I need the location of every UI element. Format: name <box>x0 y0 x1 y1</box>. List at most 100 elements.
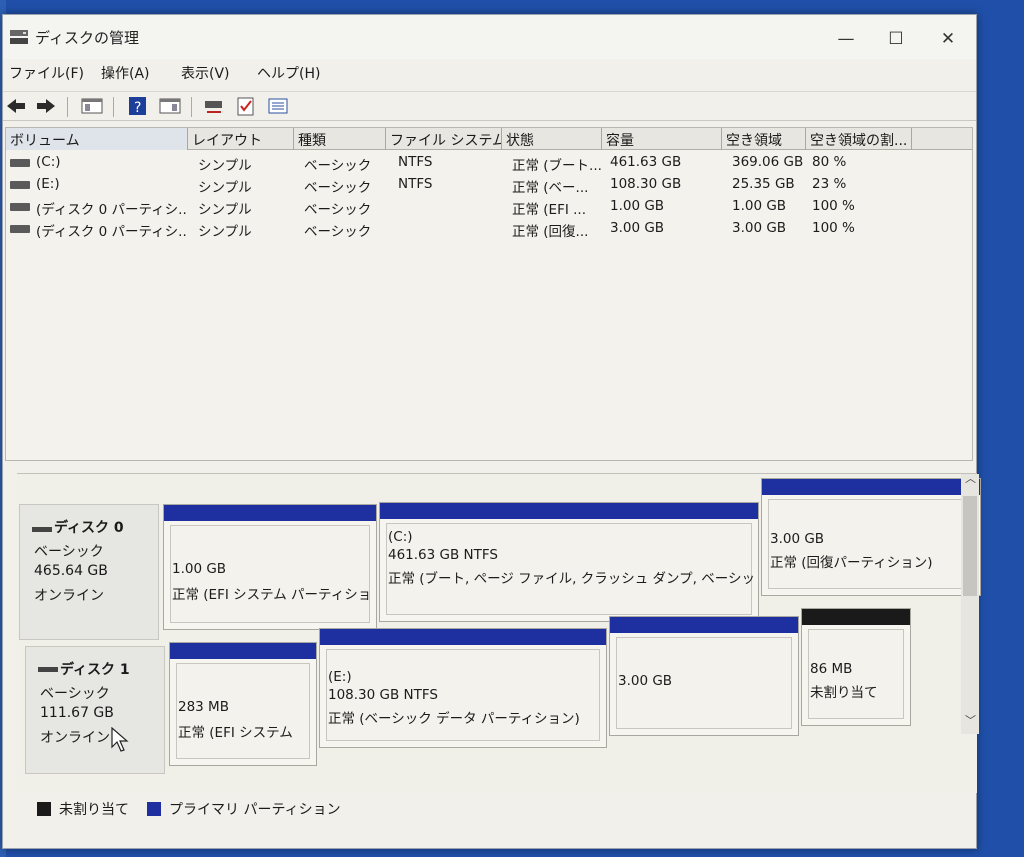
volume-icon <box>10 225 30 233</box>
cell-status: 正常 (EFI ... <box>512 202 586 218</box>
column-header-capacity[interactable]: 容量 <box>602 128 722 150</box>
cell-capacity: 461.63 GB <box>610 154 682 170</box>
toolbar-separator <box>191 97 192 117</box>
cell-layout: シンプル <box>198 180 252 196</box>
back-arrow-icon[interactable] <box>5 96 27 116</box>
partition-size: 283 MB <box>178 699 229 715</box>
menu-bar: ファイル(F) 操作(A) 表示(V) ヘルプ(H) <box>3 59 976 87</box>
cell-status: 正常 (ベー... <box>512 180 589 196</box>
scroll-up-icon[interactable]: ︿ <box>965 470 976 486</box>
console-tree-icon[interactable] <box>81 96 103 116</box>
partition-disk1-3gb[interactable]: 3.00 GB <box>609 616 799 736</box>
unallocated-bar <box>802 609 910 625</box>
partition-disk1-efi[interactable]: 283 MB 正常 (EFI システム <box>169 642 317 766</box>
cell-type: ベーシック <box>304 158 372 174</box>
column-header-filesystem[interactable]: ファイル システム <box>386 128 502 150</box>
table-row[interactable]: (C:) シンプル ベーシック NTFS 正常 (ブート... 461.63 G… <box>6 152 972 174</box>
cell-type: ベーシック <box>304 202 372 218</box>
vertical-scrollbar[interactable]: ︿ ﹀ <box>961 472 979 734</box>
partition-size: 461.63 GB NTFS <box>388 547 498 563</box>
legend-primary-swatch <box>147 802 161 816</box>
column-header-free-space[interactable]: 空き領域 <box>722 128 806 150</box>
minimize-button[interactable]: — <box>831 29 861 49</box>
properties-icon[interactable] <box>267 96 289 116</box>
menu-action[interactable]: 操作(A) <box>101 63 150 83</box>
partition-size: 3.00 GB <box>618 673 673 689</box>
partition-status: 正常 (EFI システム <box>178 725 293 741</box>
cell-free-space: 369.06 GB <box>732 154 804 170</box>
cell-percent-free: 100 % <box>812 220 855 236</box>
partition-status: 正常 (ベーシック データ パーティション) <box>328 711 580 727</box>
help-icon[interactable]: ? <box>127 96 149 116</box>
toolbar-separator <box>113 97 114 117</box>
cell-capacity: 3.00 GB <box>610 220 665 236</box>
cell-free-space: 1.00 GB <box>732 198 787 214</box>
cell-free-space: 3.00 GB <box>732 220 787 236</box>
cell-volume: (ディスク 0 パーティシ... <box>36 202 188 218</box>
disk-0-name: ディスク 0 <box>54 520 124 536</box>
cell-free-space: 25.35 GB <box>732 176 795 192</box>
partition-bar <box>380 503 758 519</box>
volume-icon <box>10 203 30 211</box>
legend-primary-label: プライマリ パーティション <box>169 802 341 818</box>
cell-volume: (E:) <box>36 176 60 192</box>
column-header-percent-free[interactable]: 空き領域の割... <box>806 128 912 150</box>
partition-disk0-c[interactable]: (C:) 461.63 GB NTFS 正常 (ブート, ページ ファイル, ク… <box>379 502 759 622</box>
cell-percent-free: 100 % <box>812 198 855 214</box>
toolbar-separator <box>67 97 68 117</box>
column-header-type[interactable]: 種類 <box>294 128 386 150</box>
partition-bar <box>610 617 798 633</box>
disk-management-window: ディスクの管理 — ☐ ✕ ファイル(F) 操作(A) 表示(V) ヘルプ(H)… <box>2 14 981 849</box>
menu-help[interactable]: ヘルプ(H) <box>257 63 320 83</box>
partition-bar <box>320 629 606 645</box>
partition-drive-letter: (E:) <box>328 669 352 685</box>
maximize-button[interactable]: ☐ <box>881 29 911 49</box>
table-row[interactable]: (ディスク 0 パーティシ... シンプル ベーシック 正常 (EFI ... … <box>6 196 972 218</box>
volume-icon <box>10 159 30 167</box>
menu-file[interactable]: ファイル(F) <box>9 63 84 83</box>
partition-bar <box>170 643 316 659</box>
close-button[interactable]: ✕ <box>933 29 963 49</box>
volume-icon <box>10 181 30 189</box>
scrollbar-thumb[interactable] <box>963 496 977 596</box>
disk-graphical-view[interactable]: ディスク 0 ベーシック 465.64 GB オンライン 1.00 GB 正常 … <box>17 472 981 793</box>
window-title: ディスクの管理 <box>35 29 139 47</box>
partition-disk0-efi[interactable]: 1.00 GB 正常 (EFI システム パーティショ <box>163 504 377 630</box>
disk-1-size: 111.67 GB <box>40 705 114 721</box>
partition-size: 86 MB <box>810 661 853 677</box>
forward-arrow-icon[interactable] <box>35 96 57 116</box>
table-row[interactable]: (E:) シンプル ベーシック NTFS 正常 (ベー... 108.30 GB… <box>6 174 972 196</box>
legend-unallocated-label: 未割り当て <box>59 802 129 818</box>
column-header-status[interactable]: 状態 <box>502 128 602 150</box>
cell-volume: (C:) <box>36 154 61 170</box>
checklist-icon[interactable] <box>235 96 257 116</box>
column-header-layout[interactable]: レイアウト <box>188 128 294 150</box>
disk-1-name: ディスク 1 <box>60 662 130 678</box>
partition-size: 1.00 GB <box>172 561 227 577</box>
disk-0-label[interactable]: ディスク 0 ベーシック 465.64 GB オンライン <box>19 504 159 640</box>
connect-drive-icon[interactable] <box>203 96 225 116</box>
cell-layout: シンプル <box>198 158 252 174</box>
volume-list[interactable]: ボリューム レイアウト 種類 ファイル システム 状態 容量 空き領域 空き領域… <box>5 127 973 461</box>
menu-view[interactable]: 表示(V) <box>181 63 230 83</box>
partition-status: 正常 (ブート, ページ ファイル, クラッシュ ダンプ, ベーシック デー <box>388 571 754 587</box>
partition-disk0-recovery[interactable]: 3.00 GB 正常 (回復パーティション) <box>761 478 981 596</box>
partition-size: 3.00 GB <box>770 531 825 547</box>
column-header-volume[interactable]: ボリューム <box>6 128 188 150</box>
partition-status: 正常 (回復パーティション) <box>770 555 933 571</box>
partition-bar <box>164 505 376 521</box>
action-pane-icon[interactable] <box>159 96 181 116</box>
mouse-cursor-icon <box>111 727 129 752</box>
cell-capacity: 1.00 GB <box>610 198 665 214</box>
table-row[interactable]: (ディスク 0 パーティシ... シンプル ベーシック 正常 (回復... 3.… <box>6 218 972 240</box>
legend-unallocated-swatch <box>37 802 51 816</box>
partition-disk1-e[interactable]: (E:) 108.30 GB NTFS 正常 (ベーシック データ パーティショ… <box>319 628 607 748</box>
scroll-down-icon[interactable]: ﹀ <box>965 712 976 728</box>
cell-layout: シンプル <box>198 202 252 218</box>
disk-icon <box>38 667 58 672</box>
partition-disk1-unallocated[interactable]: 86 MB 未割り当て <box>801 608 911 726</box>
cell-filesystem: NTFS <box>398 154 433 170</box>
title-bar[interactable]: ディスクの管理 — ☐ ✕ <box>3 15 976 59</box>
disk-1-label[interactable]: ディスク 1 ベーシック 111.67 GB オンライン <box>25 646 165 774</box>
disk-0-size: 465.64 GB <box>34 563 108 579</box>
